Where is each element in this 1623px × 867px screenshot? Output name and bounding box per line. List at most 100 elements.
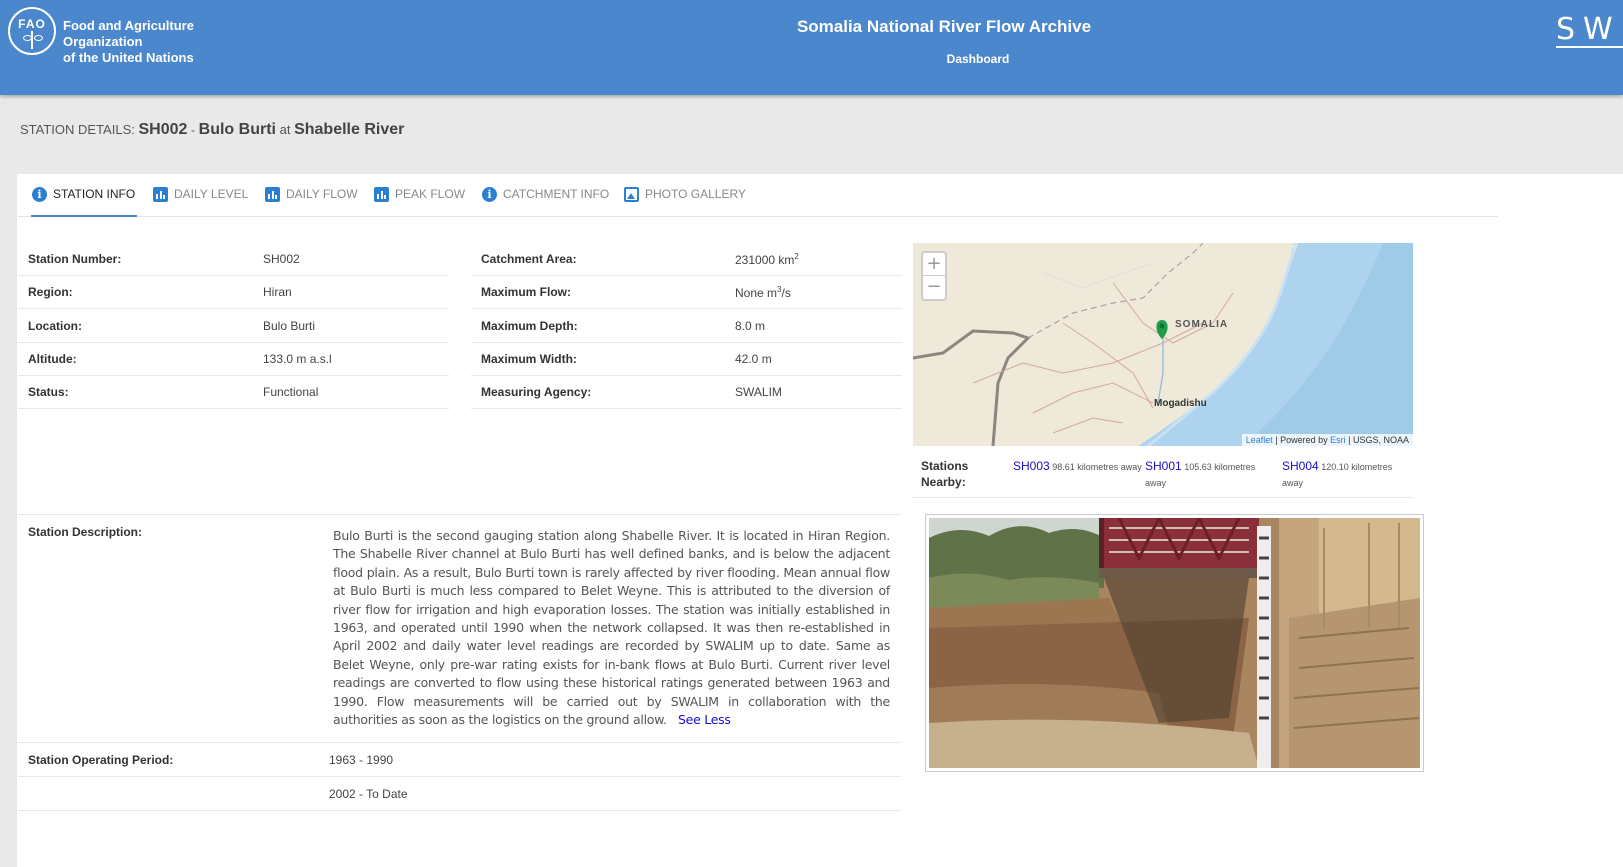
tab-photo-gallery[interactable]: PHOTO GALLERY bbox=[624, 187, 746, 217]
esri-link[interactable]: Esri bbox=[1330, 435, 1346, 445]
tab-label: PEAK FLOW bbox=[395, 187, 466, 201]
zoom-out-button[interactable]: − bbox=[923, 276, 945, 299]
info-label: Maximum Depth: bbox=[481, 319, 578, 333]
swalim-logo[interactable]: SW bbox=[1556, 14, 1623, 48]
info-value: SWALIM bbox=[735, 385, 782, 399]
operating-period-value: 2002 - To Date bbox=[329, 787, 408, 801]
station-description-label: Station Description: bbox=[28, 525, 143, 539]
photo-icon bbox=[624, 187, 639, 202]
info-value: Functional bbox=[263, 385, 319, 399]
table-row: Catchment Area: 231000 km2 bbox=[471, 242, 902, 276]
heading-station-id: SH002 bbox=[138, 121, 188, 138]
tab-label: CATCHMENT INFO bbox=[503, 187, 610, 201]
table-row: Maximum Flow: None m3/s bbox=[471, 275, 902, 309]
table-row: Station Number: SH002 bbox=[18, 242, 449, 276]
station-details-heading: STATION DETAILS: SH002 - Bulo Burti at S… bbox=[20, 121, 404, 139]
unit-suffix: /s bbox=[781, 286, 791, 300]
tab-label: DAILY LEVEL bbox=[174, 187, 249, 201]
nearby-station-link[interactable]: SH004 bbox=[1282, 459, 1319, 473]
table-row: Status: Functional bbox=[18, 375, 449, 409]
info-value: SH002 bbox=[263, 252, 300, 266]
map-label-city: Mogadishu bbox=[1154, 398, 1207, 409]
attribution-text: | Powered by bbox=[1272, 435, 1331, 445]
info-value: Hiran bbox=[263, 285, 292, 299]
catchment-area-value: 231000 km2 bbox=[735, 252, 799, 267]
heading-separator: - bbox=[191, 123, 196, 137]
info-label: Altitude: bbox=[28, 352, 77, 366]
catchment-info-table: Catchment Area: 231000 km2 Maximum Flow:… bbox=[471, 242, 902, 410]
info-icon: i bbox=[32, 187, 47, 202]
tab-catchment-info[interactable]: i CATCHMENT INFO bbox=[482, 187, 609, 217]
info-value: 8.0 m bbox=[735, 319, 766, 333]
heading-river: Shabelle River bbox=[294, 121, 405, 138]
leaflet-link[interactable]: Leaflet bbox=[1246, 435, 1273, 445]
table-row: Region: Hiran bbox=[18, 275, 449, 309]
table-row: Maximum Depth: 8.0 m bbox=[471, 309, 902, 343]
station-info-table: Station Number: SH002 Region: Hiran Loca… bbox=[18, 242, 449, 410]
tab-label: STATION INFO bbox=[53, 187, 136, 201]
bar-chart-icon bbox=[153, 187, 168, 202]
stations-nearby: Stations Nearby: SH003 98.61 kilometres … bbox=[913, 455, 1413, 498]
tab-label: DAILY FLOW bbox=[286, 187, 358, 201]
heading-prefix: STATION DETAILS: bbox=[20, 122, 135, 137]
nearby-station: SH003 98.61 kilometres away bbox=[1013, 458, 1143, 475]
bar-chart-icon bbox=[265, 187, 280, 202]
station-description-text: Bulo Burti is the second gauging station… bbox=[333, 527, 890, 729]
map-attribution: Leaflet | Powered by Esri | USGS, NOAA bbox=[1241, 434, 1413, 446]
operating-period-value: 1963 - 1990 bbox=[329, 753, 394, 767]
description-body: Bulo Burti is the second gauging station… bbox=[333, 528, 890, 728]
maximum-flow-value: None m3/s bbox=[735, 285, 791, 300]
nearby-station: SH004 120.10 kilometres away bbox=[1282, 458, 1412, 491]
tab-bar: i STATION INFO DAILY LEVEL DAILY FLOW PE… bbox=[18, 174, 1498, 217]
heading-at: at bbox=[279, 122, 291, 137]
operating-period-row: Station Operating Period: 1963 - 1990 bbox=[18, 743, 901, 777]
tab-station-info[interactable]: i STATION INFO bbox=[31, 187, 138, 217]
river-bridge-photo bbox=[929, 518, 1420, 768]
attribution-text: | USGS, NOAA bbox=[1345, 435, 1409, 445]
table-row: Location: Bulo Burti bbox=[18, 309, 449, 343]
info-label: Status: bbox=[28, 385, 69, 399]
nearby-station-link[interactable]: SH001 bbox=[1145, 459, 1182, 473]
info-label: Region: bbox=[28, 285, 73, 299]
tab-peak-flow[interactable]: PEAK FLOW bbox=[374, 187, 465, 217]
see-less-link[interactable]: See Less bbox=[678, 712, 731, 727]
dashboard-link[interactable]: Dashboard bbox=[0, 52, 1623, 66]
info-value: 133.0 m a.s.l bbox=[263, 352, 332, 366]
operating-period-label: Station Operating Period: bbox=[28, 753, 174, 767]
table-row: Altitude: 133.0 m a.s.l bbox=[18, 342, 449, 376]
app-title: Somalia National River Flow Archive bbox=[796, 17, 1092, 36]
tab-label: PHOTO GALLERY bbox=[645, 187, 746, 201]
info-value: None m bbox=[735, 286, 778, 300]
nearby-station-link[interactable]: SH003 bbox=[1013, 459, 1050, 473]
info-label: Catchment Area: bbox=[481, 252, 577, 266]
nearby-station: SH001 105.63 kilometres away bbox=[1145, 458, 1275, 491]
bar-chart-icon bbox=[374, 187, 389, 202]
map-tiles bbox=[913, 243, 1413, 446]
unit-superscript: 2 bbox=[794, 252, 799, 261]
tab-daily-flow[interactable]: DAILY FLOW bbox=[265, 187, 358, 217]
info-value: 42.0 m bbox=[735, 352, 772, 366]
info-value: 231000 km bbox=[735, 253, 795, 267]
table-row: Measuring Agency: SWALIM bbox=[471, 375, 902, 409]
station-photo[interactable] bbox=[925, 514, 1424, 772]
zoom-control: + − bbox=[921, 251, 947, 301]
table-row: Maximum Width: 42.0 m bbox=[471, 342, 902, 376]
operating-period-row: 2002 - To Date bbox=[18, 777, 901, 811]
info-label: Measuring Agency: bbox=[481, 385, 592, 399]
station-description-row: Station Description: Bulo Burti is the s… bbox=[18, 514, 901, 743]
info-value: Bulo Burti bbox=[263, 319, 316, 333]
info-label: Location: bbox=[28, 319, 82, 333]
tab-daily-level[interactable]: DAILY LEVEL bbox=[153, 187, 248, 217]
top-header-bar: FAO Food and Agriculture Organization of… bbox=[0, 0, 1623, 95]
station-map[interactable]: + − SOMALIA Mogadishu Leaflet | Powered … bbox=[913, 243, 1413, 446]
info-label: Maximum Width: bbox=[481, 352, 577, 366]
nearby-distance: 98.61 kilometres away bbox=[1052, 462, 1142, 472]
stations-nearby-label: Stations Nearby: bbox=[921, 459, 969, 489]
info-icon: i bbox=[482, 187, 497, 202]
station-card: i STATION INFO DAILY LEVEL DAILY FLOW PE… bbox=[17, 174, 1623, 867]
map-label-country: SOMALIA bbox=[1175, 319, 1229, 330]
heading-station-name: Bulo Burti bbox=[198, 121, 276, 138]
info-label: Station Number: bbox=[28, 252, 122, 266]
zoom-in-button[interactable]: + bbox=[923, 253, 945, 276]
info-label: Maximum Flow: bbox=[481, 285, 572, 299]
